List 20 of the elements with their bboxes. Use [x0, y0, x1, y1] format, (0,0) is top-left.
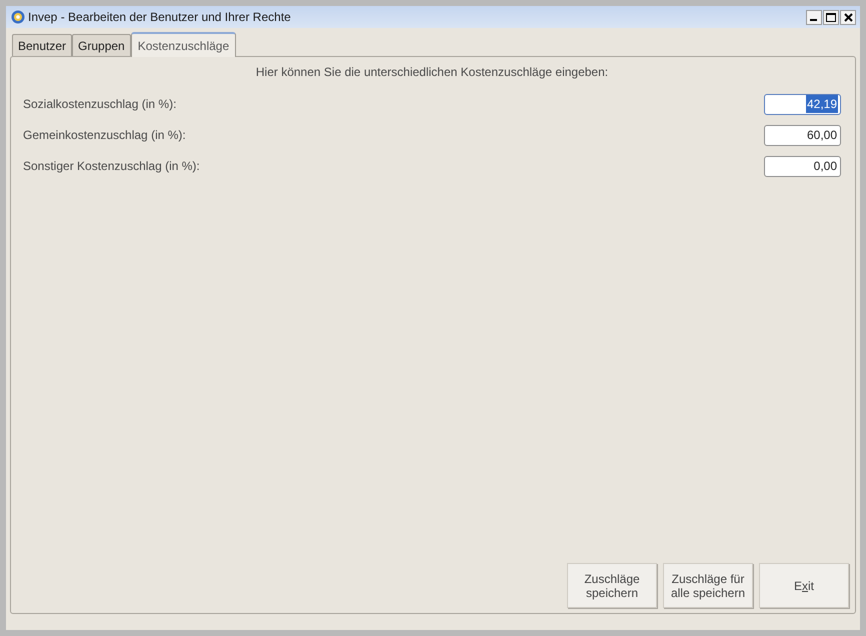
panel-heading: Hier können Sie die unterschiedlichen Kostenzuschläge eingeben:: [256, 64, 608, 81]
app-icon: [11, 10, 25, 24]
tab[interactable]: Kostenzuschläge: [130, 32, 236, 57]
close-button[interactable]: [840, 10, 856, 24]
tab[interactable]: Benutzer: [12, 34, 72, 56]
input-field[interactable]: 60,00: [764, 124, 841, 146]
input-field[interactable]: 0,00: [764, 156, 841, 176]
field-label: Sonstiger Kostenzuschlag (in %):: [23, 158, 200, 175]
minimize-button[interactable]: [806, 10, 822, 24]
save-button[interactable]: Zuschläge speichern: [567, 563, 657, 608]
maximize-button[interactable]: [823, 10, 839, 24]
input-field[interactable]: 42,19: [764, 94, 841, 114]
save-button[interactable]: Zuschläge für alle speichern: [663, 563, 753, 608]
close-icon: [844, 12, 852, 22]
window-title: Invep - Bearbeiten der Benutzer und Ihrer Rechte: [28, 9, 291, 26]
maximize-icon: [826, 12, 836, 22]
tab[interactable]: Gruppen: [72, 34, 131, 56]
field-label: Gemeinkostenzuschlag (in %):: [23, 127, 186, 144]
field-label: Sozialkostenzuschlag (in %):: [23, 96, 176, 113]
exit-button[interactable]: Exit: [759, 563, 849, 608]
